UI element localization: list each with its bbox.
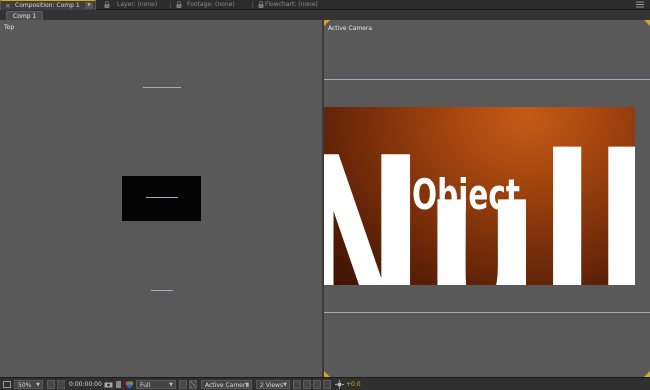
fast-previews-icon[interactable] <box>303 380 311 389</box>
view-select[interactable]: Active Camera ▼ <box>201 380 252 389</box>
flowchart-icon[interactable] <box>323 380 331 389</box>
resolution-value: Full <box>140 382 151 389</box>
comp-breadcrumb[interactable]: Comp 1 <box>6 11 44 20</box>
camera-frustum-line <box>143 87 181 88</box>
chevron-down-icon: ▼ <box>36 382 40 388</box>
lock-icon[interactable] <box>104 1 110 8</box>
camera-frustum-line <box>151 290 173 291</box>
view-layout-value: 2 Views <box>260 382 284 389</box>
region-of-interest-icon[interactable] <box>57 380 65 389</box>
timeline-icon[interactable] <box>313 380 321 389</box>
exposure-value[interactable]: +0.0 <box>346 380 361 389</box>
tab-separator <box>170 2 171 8</box>
view-label-top: Top <box>4 24 15 31</box>
magnification-select[interactable]: 50% ▼ <box>14 380 43 389</box>
panel-menu-icon[interactable] <box>636 1 644 8</box>
active-view-corner-icon <box>644 20 650 26</box>
current-time-display[interactable]: 0:00:00:00 <box>69 380 102 389</box>
view-layout-select[interactable]: 2 Views ▼ <box>256 380 290 389</box>
viewer-active-camera[interactable]: Active Camera Null Object <box>324 20 650 377</box>
pixel-aspect-icon[interactable] <box>293 380 301 389</box>
panel-tab-bar: × Composition: Comp 1 ▾ Layer: (none) Fo… <box>0 0 650 10</box>
object-text-layer: Object <box>412 170 520 219</box>
safe-zones-icon[interactable] <box>47 380 55 389</box>
tab-composition-label: Composition: Comp 1 <box>15 2 80 9</box>
magnification-value: 50% <box>18 382 32 389</box>
rendered-composition[interactable]: Null Object <box>324 107 635 285</box>
view-label-active-camera: Active Camera <box>328 25 373 32</box>
rgb-channel-icon[interactable] <box>125 380 134 389</box>
comp-boundary-line <box>324 312 650 313</box>
rendered-text-layers: Null Object <box>324 107 635 285</box>
transparency-grid-icon[interactable] <box>189 380 197 389</box>
comp-boundary-line <box>324 79 650 80</box>
chevron-down-icon: ▼ <box>245 382 249 388</box>
tab-footage[interactable]: Footage: (none) <box>187 0 235 10</box>
region-icon[interactable] <box>179 380 187 389</box>
composition-frame[interactable] <box>122 176 201 221</box>
tab-layer[interactable]: Layer: (none) <box>117 0 157 10</box>
text-layer-line <box>146 197 178 198</box>
lock-icon[interactable] <box>258 1 264 8</box>
chevron-down-icon: ▼ <box>283 382 287 388</box>
tab-separator <box>252 2 253 8</box>
view-select-value: Active Camera <box>205 382 250 389</box>
viewer-top[interactable]: Top <box>0 20 322 377</box>
resolution-select[interactable]: Full ▼ <box>136 380 176 389</box>
exposure-icon[interactable] <box>335 380 344 389</box>
lock-icon[interactable] <box>176 1 182 8</box>
tab-menu-icon[interactable]: ▾ <box>85 2 93 9</box>
tab-composition[interactable]: × Composition: Comp 1 ▾ <box>0 0 96 10</box>
camera-icon[interactable] <box>104 381 113 388</box>
composition-navigator: Comp 1 <box>0 10 650 20</box>
show-snapshot-icon[interactable] <box>115 380 122 389</box>
always-preview-icon[interactable] <box>3 380 11 389</box>
viewer-toolbar: 50% ▼ 0:00:00:00 Full ▼ Active Camera ▼ … <box>0 377 650 390</box>
tab-flowchart[interactable]: Flowchart: (none) <box>265 0 318 10</box>
chevron-down-icon: ▼ <box>169 382 173 388</box>
